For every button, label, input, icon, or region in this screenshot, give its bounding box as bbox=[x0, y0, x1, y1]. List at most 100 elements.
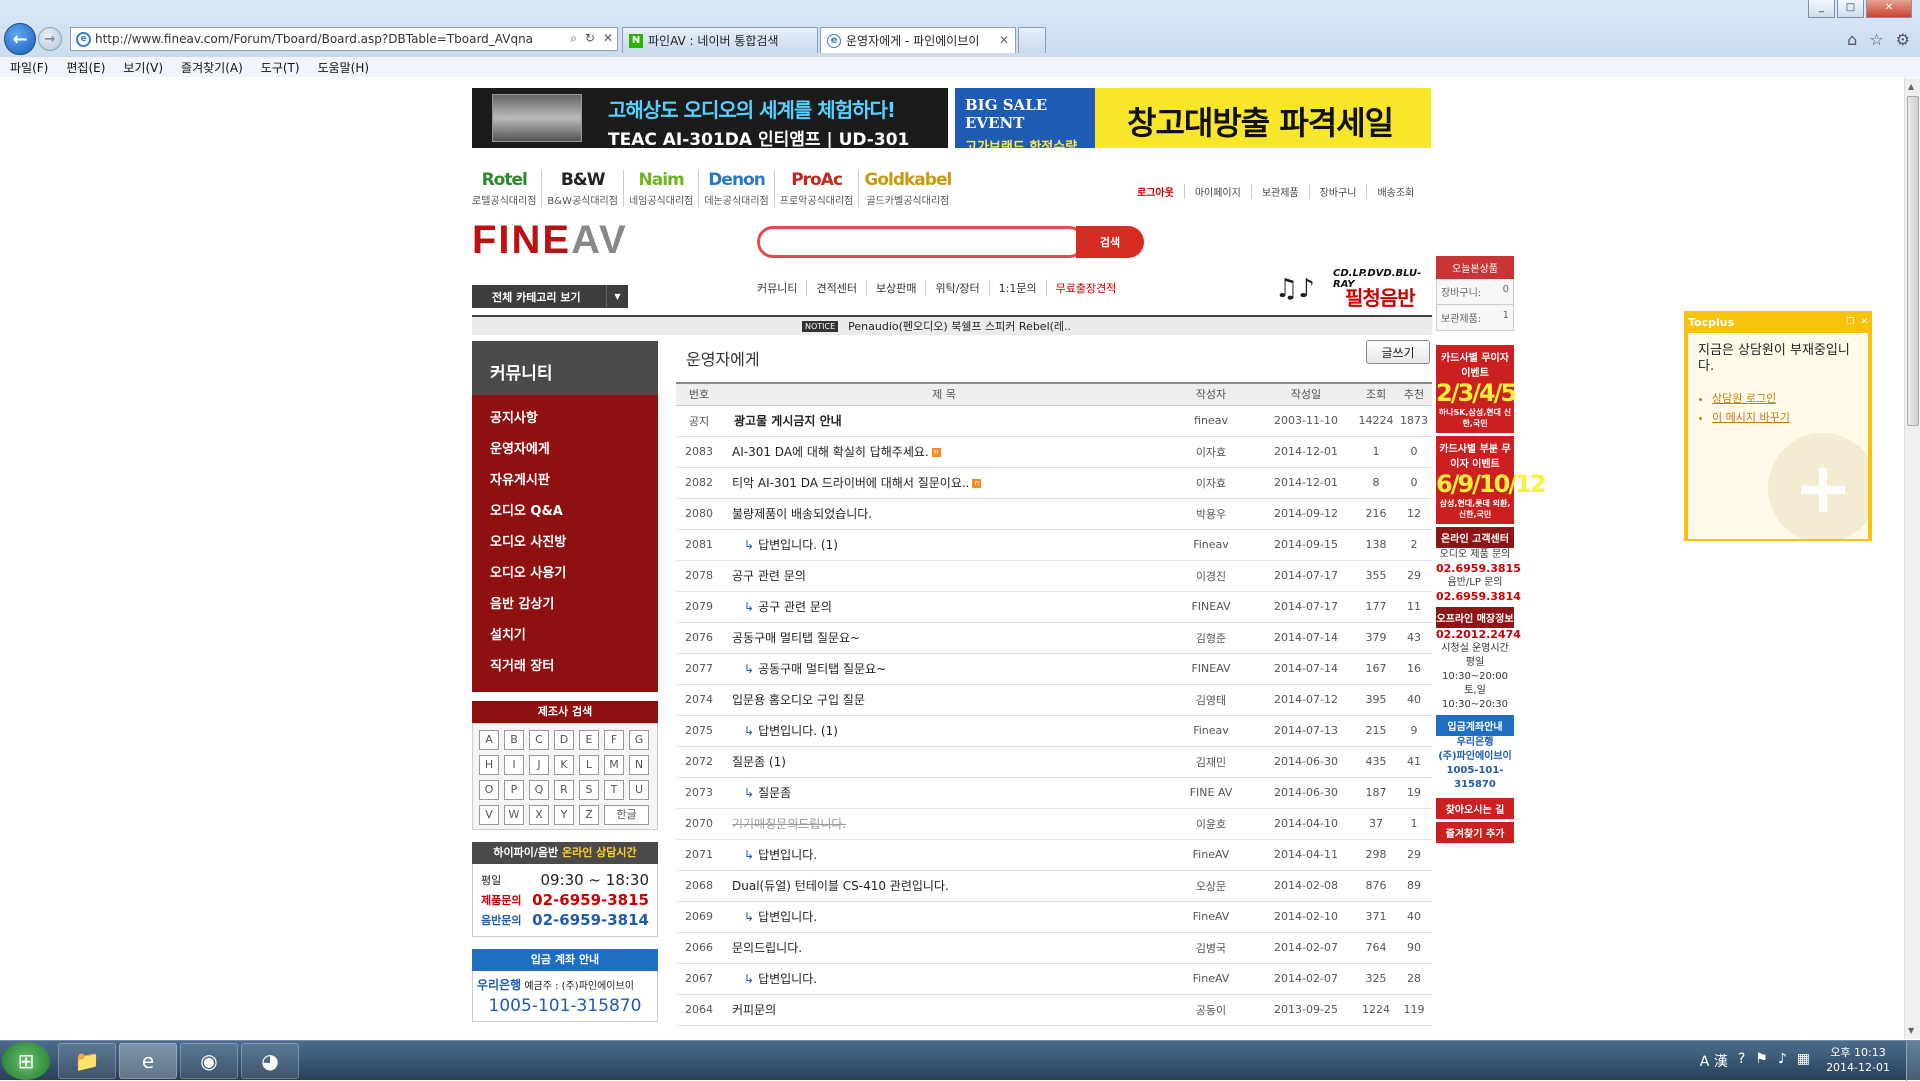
explorer-taskbar-icon[interactable]: 📁 bbox=[58, 1043, 116, 1079]
table-row[interactable]: 2078 공구 관련 문의 이경진 2014-07-17 355 29 bbox=[676, 560, 1432, 592]
cell-subject-text[interactable]: 광고물 게시금지 안내 bbox=[734, 414, 842, 428]
table-row[interactable]: 2081 ↳ 답변입니다. (1) Fineav 2014-09-15 138 2 bbox=[676, 529, 1432, 561]
site-logo[interactable]: FINEAV bbox=[472, 218, 628, 263]
search-input[interactable] bbox=[757, 226, 1085, 258]
nav-quote[interactable]: 견적센터 bbox=[807, 280, 867, 296]
cell-subject-text[interactable]: 질문좀 bbox=[758, 786, 791, 800]
table-row[interactable]: 2067 ↳ 답변입니다. FineAV 2014-02-07 325 28 bbox=[676, 963, 1432, 995]
cell-subject-text[interactable]: 답변입니다. (1) bbox=[758, 724, 838, 738]
mfr-letter-button[interactable]: N bbox=[629, 755, 649, 775]
delivery-link[interactable]: 배송조회 bbox=[1367, 184, 1414, 199]
show-desktop-button[interactable] bbox=[1906, 1041, 1920, 1081]
gear-icon[interactable]: ⚙ bbox=[1896, 30, 1910, 49]
cell-subject-text[interactable]: 문의드립니다. bbox=[732, 941, 802, 955]
table-row[interactable]: 2077 ↳ 공동구매 멀티탭 질문요~ FINEAV 2014-07-14 167 16 bbox=[676, 653, 1432, 685]
nav-consign[interactable]: 위탁/장터 bbox=[926, 280, 990, 296]
vertical-scrollbar[interactable]: ▲ ▼ bbox=[1904, 78, 1920, 1039]
table-row[interactable]: 2072 질문좀 (1) 김재민 2014-06-30 435 41 bbox=[676, 746, 1432, 778]
mfr-letter-button[interactable]: A bbox=[479, 730, 499, 750]
brand-goldkabel[interactable]: Goldkabel 골드카벨공식대리점 bbox=[859, 170, 956, 207]
sidebar-item-install[interactable]: 설치기 bbox=[472, 620, 658, 651]
tab-naver[interactable]: N 파인AV : 네이버 통합검색 bbox=[622, 27, 818, 53]
mfr-letter-button[interactable]: O bbox=[479, 780, 499, 800]
forward-button[interactable]: → bbox=[38, 27, 62, 51]
directions-button[interactable]: 찾아오시는 길 bbox=[1436, 798, 1514, 819]
mfr-letter-button[interactable]: Y bbox=[554, 805, 574, 825]
table-row[interactable]: 2069 ↳ 답변입니다. FineAV 2014-02-10 371 40 bbox=[676, 901, 1432, 933]
search-button[interactable]: 검색 bbox=[1076, 226, 1144, 258]
maximize-button[interactable]: □ bbox=[1837, 0, 1864, 18]
restore-icon[interactable]: ❐ bbox=[1846, 317, 1854, 327]
sidebar-item-audio-review[interactable]: 오디오 사용기 bbox=[472, 558, 658, 589]
mfr-letter-button[interactable]: Q bbox=[529, 780, 549, 800]
saved-products-link[interactable]: 보관제품 bbox=[1252, 184, 1310, 199]
scroll-thumb[interactable] bbox=[1907, 96, 1919, 426]
cell-subject-text[interactable]: 공동구매 멀티탭 질문요~ bbox=[758, 662, 886, 676]
card-event-2[interactable]: 카드사별 부분 무이자 이벤트 6/9/10/12 삼성,현대,롯데 외환,신한… bbox=[1436, 436, 1547, 524]
brand-naim[interactable]: Naim 네임공식대리점 bbox=[624, 170, 700, 207]
close-window-button[interactable]: ✕ bbox=[1866, 0, 1912, 18]
sidebar-item-free-board[interactable]: 자유게시판 bbox=[472, 465, 658, 496]
mfr-letter-button[interactable]: M bbox=[604, 755, 624, 775]
menu-favorites[interactable]: 즐겨찾기(A) bbox=[181, 59, 243, 76]
help-icon[interactable]: ? bbox=[1738, 1051, 1745, 1071]
flag-icon[interactable]: ⚑ bbox=[1755, 1051, 1768, 1071]
mfr-letter-button[interactable]: X bbox=[529, 805, 549, 825]
cart-count[interactable]: 장바구니: 0 bbox=[1436, 279, 1514, 305]
today-viewed[interactable]: 오늘본상품 bbox=[1436, 256, 1514, 279]
logout-link[interactable]: 로그아웃 bbox=[1137, 184, 1185, 199]
cell-subject-text[interactable]: 기기매칭문의드립니다. bbox=[732, 817, 846, 831]
table-row[interactable]: 2064 커피문의 공동이 2013-09-25 1224 119 bbox=[676, 994, 1432, 1026]
scroll-up-icon[interactable]: ▲ bbox=[1908, 82, 1914, 91]
table-row[interactable]: 2074 입문용 홈오디오 구입 질문 김영태 2014-07-12 395 40 bbox=[676, 684, 1432, 716]
new-tab-button[interactable] bbox=[1018, 27, 1046, 53]
card-event-1[interactable]: 카드사별 무이자 이벤트 2/3/4/5 하나SK,삼성,현대 신한,국민 bbox=[1436, 345, 1517, 433]
table-row[interactable]: 2073 ↳ 질문좀 FINE AV 2014-06-30 187 19 bbox=[676, 777, 1432, 809]
nav-community[interactable]: 커뮤니티 bbox=[757, 280, 808, 296]
mfr-letter-button[interactable]: U bbox=[629, 780, 649, 800]
chrome-taskbar-icon[interactable]: ◉ bbox=[180, 1043, 238, 1079]
windows-start-button[interactable]: ⊞ bbox=[2, 1042, 50, 1080]
cell-subject-text[interactable]: 질문좀 (1) bbox=[732, 755, 786, 769]
cell-subject-text[interactable]: 입문용 홈오디오 구입 질문 bbox=[732, 693, 865, 707]
mfr-letter-button[interactable]: R bbox=[554, 780, 574, 800]
menu-tools[interactable]: 도구(T) bbox=[261, 59, 300, 76]
mfr-letter-button[interactable]: P bbox=[504, 780, 524, 800]
add-bookmark-button[interactable]: 즐겨찾기 추가 bbox=[1436, 822, 1514, 843]
favorites-star-icon[interactable]: ☆ bbox=[1869, 30, 1883, 49]
mfr-letter-button[interactable]: S bbox=[579, 780, 599, 800]
cell-subject-text[interactable]: 티악 AI-301 DA 드라이버에 대해서 질문이요.. bbox=[732, 476, 969, 490]
cell-subject-text[interactable]: 불량제품이 배송되었습니다. bbox=[732, 507, 872, 521]
mfr-letter-button[interactable]: T bbox=[604, 780, 624, 800]
brand-rotel[interactable]: Rotel 로텔공식대리점 bbox=[472, 170, 543, 207]
cell-subject-text[interactable]: 답변입니다. (1) bbox=[758, 538, 838, 552]
brand-proac[interactable]: ProAc 프로악공식대리점 bbox=[775, 170, 860, 207]
vinyl-banner[interactable]: ♫♪ CD.LP.DVD.BLU-RAY 필청음반 bbox=[1275, 266, 1433, 312]
all-categories-button[interactable]: 전체 카테고리 보기 ▼ bbox=[472, 285, 628, 308]
cell-subject-text[interactable]: 공구 관련 문의 bbox=[758, 600, 832, 614]
mfr-letter-button[interactable]: C bbox=[529, 730, 549, 750]
menu-edit[interactable]: 편집(E) bbox=[66, 59, 105, 76]
change-message-link[interactable]: 이 메시지 바꾸기 bbox=[1712, 408, 1858, 427]
table-row[interactable]: 2075 ↳ 답변입니다. (1) Fineav 2014-07-13 215 9 bbox=[676, 715, 1432, 747]
sidebar-item-notice[interactable]: 공지사항 bbox=[472, 403, 658, 434]
sidebar-item-market[interactable]: 직거래 장터 bbox=[472, 651, 658, 682]
tab-fineav[interactable]: e 운영자에게 - 파인에이브이 ✕ bbox=[820, 27, 1016, 53]
mfr-letter-button[interactable]: D bbox=[554, 730, 574, 750]
brand-denon[interactable]: Denon 데논공식대리점 bbox=[699, 170, 775, 207]
mfr-letter-button[interactable]: 한글 bbox=[604, 805, 649, 825]
close-tab-icon[interactable]: ✕ bbox=[999, 33, 1009, 47]
table-row[interactable]: 공지 광고물 게시금지 안내 fineav 2003-11-10 14224 1873 bbox=[676, 405, 1432, 437]
clock[interactable]: 오후 10:13 2014-12-01 bbox=[1826, 1045, 1890, 1075]
menu-file[interactable]: 파일(F) bbox=[10, 59, 48, 76]
home-icon[interactable]: ⌂ bbox=[1847, 30, 1857, 49]
table-row[interactable]: 2079 ↳ 공구 관련 문의 FINEAV 2014-07-17 177 11 bbox=[676, 591, 1432, 623]
mfr-letter-button[interactable]: Z bbox=[579, 805, 599, 825]
cell-subject-text[interactable]: 답변입니다. bbox=[758, 910, 817, 924]
search-icon[interactable]: ⌕ bbox=[570, 31, 577, 46]
mfr-letter-button[interactable]: K bbox=[554, 755, 574, 775]
table-row[interactable]: 2066 문의드립니다. 김병국 2014-02-07 764 90 bbox=[676, 932, 1432, 964]
mfr-letter-button[interactable]: B bbox=[504, 730, 524, 750]
cart-link[interactable]: 장바구니 bbox=[1310, 184, 1368, 199]
cell-subject-text[interactable]: 공구 관련 문의 bbox=[732, 569, 806, 583]
